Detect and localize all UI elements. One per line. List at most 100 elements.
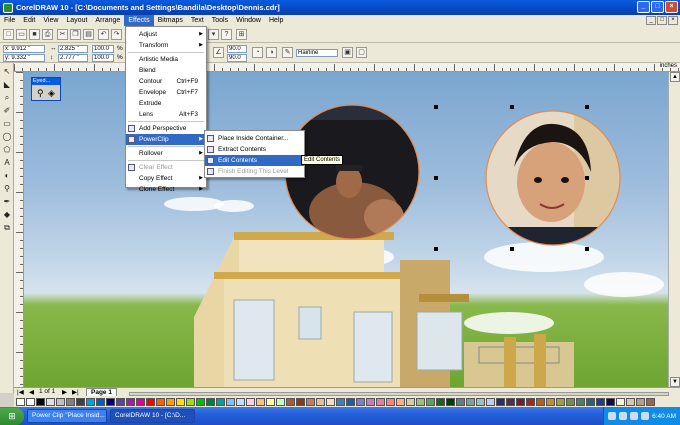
menu-text[interactable]: Text [187,15,208,26]
print-icon[interactable]: ⎙ [42,29,53,40]
y-position-field[interactable]: y: 9.332 " [3,54,45,62]
color-swatch[interactable] [116,397,125,406]
color-swatch[interactable] [356,397,365,406]
text-tool-icon[interactable]: A [2,158,12,168]
outline-width-select[interactable]: Hairline [296,49,338,57]
color-swatch[interactable] [496,397,505,406]
copy-icon[interactable]: ❐ [70,29,81,40]
angle-start-field[interactable]: 90.0 [227,45,247,53]
next-page-icon[interactable]: ▶ [62,388,67,396]
ellipse-tool-icon[interactable]: ◯ [2,132,12,142]
tray-security-icon[interactable] [630,412,639,420]
color-swatch[interactable] [336,397,345,406]
color-swatch[interactable] [196,397,205,406]
color-swatch[interactable] [46,397,55,406]
color-swatch[interactable] [376,397,385,406]
selection-handle[interactable] [585,105,589,109]
color-swatch[interactable] [216,397,225,406]
shape-tool-icon[interactable]: ◣ [2,80,12,90]
menu-window[interactable]: Window [232,15,265,26]
menu-file[interactable]: File [0,15,19,26]
outline-tool-icon[interactable]: ✒ [2,197,12,207]
minimize-button[interactable]: _ [637,1,650,13]
snap-icon[interactable]: ⊞ [236,29,247,40]
menu-item-rollover[interactable]: Rollover ▶ [126,148,206,159]
color-swatch[interactable] [26,397,35,406]
zoom-tool-icon[interactable]: ⌕ [2,93,12,103]
color-swatch[interactable] [526,397,535,406]
selection-handle[interactable] [510,105,514,109]
eyedropper-docker[interactable]: Eyed... ⚲ ◈ [31,77,61,101]
tray-volume-icon[interactable] [619,412,628,420]
taskbar-item-coreldraw[interactable]: CorelDRAW 10 - [C:\D... [110,409,195,423]
tray-app-icon[interactable] [641,412,650,420]
menu-view[interactable]: View [39,15,62,26]
no-fill-swatch[interactable] [16,397,25,406]
color-swatch[interactable] [136,397,145,406]
redo-icon[interactable]: ↷ [111,29,122,40]
color-swatch[interactable] [256,397,265,406]
selection-handle[interactable] [585,176,589,180]
color-swatch[interactable] [466,397,475,406]
color-swatch[interactable] [436,397,445,406]
maximize-button[interactable]: □ [651,1,664,13]
color-swatch[interactable] [446,397,455,406]
horizontal-ruler[interactable] [14,63,680,72]
pick-tool-icon[interactable]: ↖ [2,67,12,77]
color-swatch[interactable] [556,397,565,406]
menu-item-finish-editing-this-level[interactable]: Finish Editing This Level [205,166,304,177]
color-swatch[interactable] [566,397,575,406]
color-swatch[interactable] [396,397,405,406]
color-swatch[interactable] [86,397,95,406]
eyedropper-tool-icon[interactable]: ⚲ [2,184,12,194]
menu-layout[interactable]: Layout [62,15,91,26]
menu-item-adjust[interactable]: Adjust ▶ [126,29,206,40]
last-page-icon[interactable]: ▶| [72,388,79,396]
color-swatch[interactable] [76,397,85,406]
color-swatch[interactable] [326,397,335,406]
menu-item-artistic-media[interactable]: Artistic Media [126,54,206,65]
color-swatch[interactable] [616,397,625,406]
color-swatch[interactable] [236,397,245,406]
arc-icon[interactable]: ◔ [252,47,263,58]
color-swatch[interactable] [96,397,105,406]
menu-item-envelope[interactable]: Envelope Ctrl+F7 [126,87,206,98]
zoom-level-icon[interactable]: ▾ [208,29,219,40]
color-swatch[interactable] [416,397,425,406]
selection-handle[interactable] [434,247,438,251]
menu-item-blend[interactable]: Blend [126,65,206,76]
doc-close-button[interactable]: × [668,16,678,25]
interactive-blend-icon[interactable]: ⧉ [2,223,12,233]
menu-item-extrude[interactable]: Extrude [126,98,206,109]
swap-arc-icon[interactable]: ◑ [266,47,277,58]
menu-item-lens[interactable]: Lens Alt+F3 [126,109,206,120]
color-swatch[interactable] [636,397,645,406]
color-swatch[interactable] [516,397,525,406]
color-swatch[interactable] [226,397,235,406]
menu-item-add-perspective[interactable]: Add Perspective [126,123,206,134]
color-swatch[interactable] [246,397,255,406]
color-swatch[interactable] [156,397,165,406]
x-position-field[interactable]: x: 9.912 " [3,45,45,53]
color-swatch[interactable] [166,397,175,406]
menu-item-clear-effect[interactable]: Clear Effect [126,162,206,173]
angle-end-field[interactable]: 90.0 [227,54,247,62]
scale-y-field[interactable]: 100.0 [92,54,114,62]
color-swatch[interactable] [426,397,435,406]
eyedropper-icon[interactable]: ⚲ [37,88,44,99]
to-front-icon[interactable]: ▣ [342,47,353,58]
color-swatch[interactable] [576,397,585,406]
taskbar-item-powerclip[interactable]: Power Clip "Place Insid... [27,409,107,423]
color-swatch[interactable] [506,397,515,406]
to-back-icon[interactable]: ▢ [356,47,367,58]
menu-item-extract-contents[interactable]: Extract Contents [205,144,304,155]
color-swatch[interactable] [126,397,135,406]
color-swatch[interactable] [36,397,45,406]
color-swatch[interactable] [286,397,295,406]
scroll-up-icon[interactable]: ▲ [670,72,680,82]
tray-network-icon[interactable] [608,412,617,420]
prev-page-icon[interactable]: ◀ [29,388,34,396]
menu-tools[interactable]: Tools [208,15,232,26]
doc-minimize-button[interactable]: _ [646,16,656,25]
new-document-icon[interactable]: □ [3,29,14,40]
